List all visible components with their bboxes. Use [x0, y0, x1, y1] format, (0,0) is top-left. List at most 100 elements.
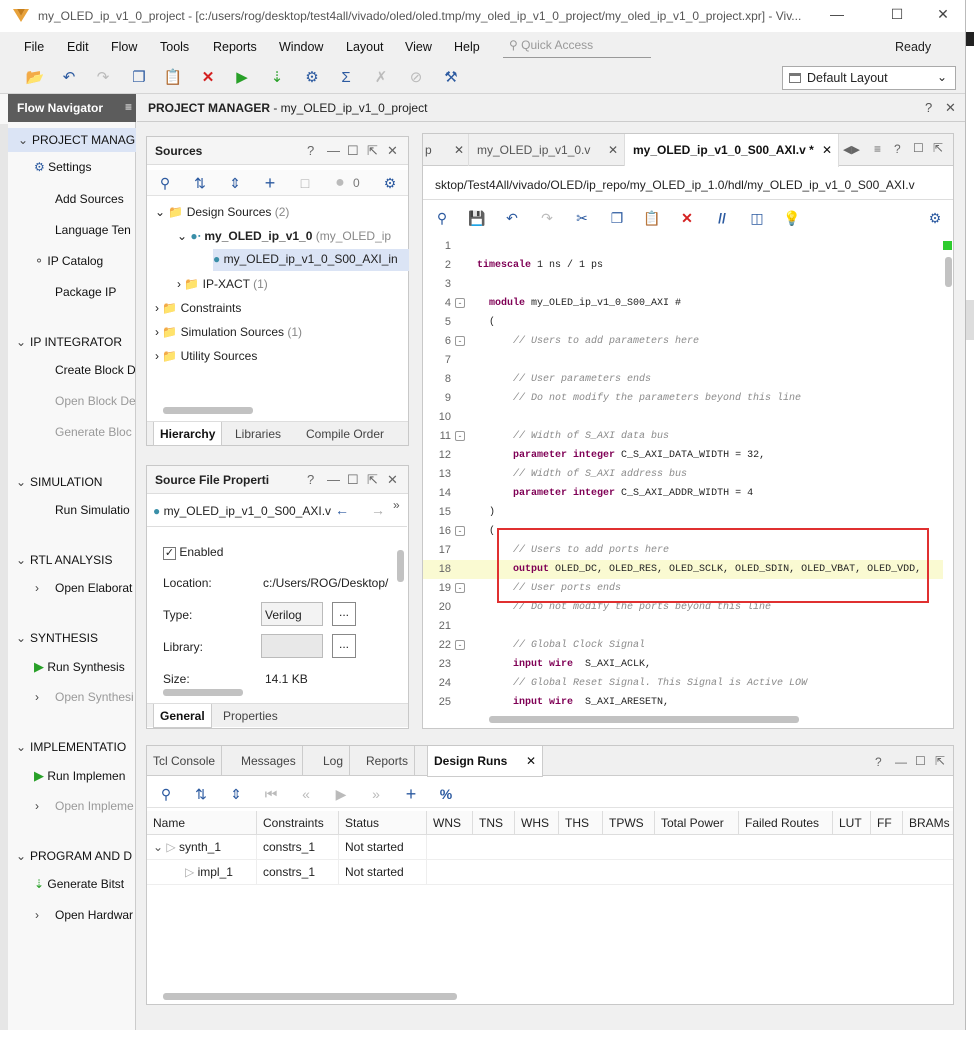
properties-hscroll[interactable]	[147, 687, 397, 697]
code-line[interactable]: 4- module my_OLED_ip_v1_0_S00_AXI #	[423, 294, 943, 313]
fold-toggle-icon[interactable]: -	[455, 431, 465, 441]
open-project-icon[interactable]: 📂	[25, 68, 45, 88]
code-line[interactable]: 25 input wire S_AXI_ARESETN,	[423, 693, 943, 712]
close-icon[interactable]: ✕	[945, 100, 956, 116]
help-icon[interactable]: ?	[894, 142, 901, 156]
delete-icon[interactable]: ✕	[198, 68, 218, 88]
code-line[interactable]: 9 // Do not modify the parameters beyond…	[423, 389, 943, 408]
close-icon[interactable]: ✕	[822, 143, 832, 157]
fn-ip-catalog[interactable]: ⚬ IP Catalog	[34, 254, 103, 268]
col-tns[interactable]: TNS	[473, 811, 515, 835]
paste-icon[interactable]: 📋	[163, 68, 183, 88]
fn-open-block-design[interactable]: Open Block De	[55, 394, 136, 408]
col-whs[interactable]: WHS	[515, 811, 559, 835]
search-icon[interactable]: ⚲	[157, 785, 175, 803]
undo-icon[interactable]: ↶	[59, 68, 79, 88]
code-area[interactable]: 1 2 timescale 1 ns / 1 ps 3 4- module my_OLE…	[423, 237, 943, 713]
fn-generate-bitstream[interactable]: ⇣ Generate Bitst	[34, 877, 124, 891]
tab-libraries[interactable]: Libraries	[229, 422, 287, 446]
maximize-icon[interactable]: ☐	[347, 143, 359, 159]
fn-open-synthesized[interactable]: › Open Synthesi	[35, 690, 134, 704]
debug-icon[interactable]: ⚒	[441, 68, 461, 88]
redo-icon[interactable]: ↷	[93, 68, 113, 88]
tree-simulation-sources[interactable]: › 📁 Simulation Sources (1)	[155, 325, 302, 339]
col-constraints[interactable]: Constraints	[257, 811, 339, 835]
fn-open-elaborated[interactable]: › Open Elaborat	[35, 581, 132, 595]
close-icon[interactable]: ✕	[526, 754, 536, 768]
paste-icon[interactable]: 📋	[643, 209, 661, 227]
scroll-thumb[interactable]	[163, 407, 253, 414]
search-icon[interactable]: ⚲	[156, 174, 174, 192]
scroll-thumb[interactable]	[489, 716, 799, 723]
fn-create-block-design[interactable]: Create Block D	[55, 363, 136, 377]
tab-compile-order[interactable]: Compile Order	[300, 422, 390, 446]
help-icon[interactable]: ?	[875, 755, 882, 769]
code-line[interactable]: 7	[423, 351, 943, 370]
code-line[interactable]: 1	[423, 237, 943, 256]
close-icon[interactable]: ✕	[387, 143, 398, 159]
code-line[interactable]: 13 // Width of S_AXI address bus	[423, 465, 943, 484]
collapse-all-icon[interactable]: ⇅	[192, 785, 210, 803]
minimize-icon[interactable]: —	[327, 472, 340, 487]
quick-access-input[interactable]: ⚲ Quick Access	[503, 35, 651, 58]
float-icon[interactable]: ⇱	[933, 141, 943, 155]
menu-flow[interactable]: Flow	[111, 40, 137, 54]
editor-tab-active[interactable]: my_OLED_ip_v1_0_S00_AXI.v * ✕	[625, 134, 839, 167]
enabled-checkbox-row[interactable]: ✓ Enabled	[163, 545, 223, 560]
fn-settings[interactable]: ⚙ Settings	[34, 160, 91, 174]
help-icon[interactable]: ?	[307, 143, 314, 158]
add-icon[interactable]: +	[402, 785, 420, 803]
editor-vscroll[interactable]	[943, 237, 953, 710]
fn-open-implemented[interactable]: › Open Impleme	[35, 799, 134, 813]
add-icon[interactable]: +	[261, 174, 279, 192]
run-icon[interactable]: ▶	[232, 68, 252, 88]
col-total-power[interactable]: Total Power	[655, 811, 739, 835]
tree-constraints[interactable]: › 📁 Constraints	[155, 301, 241, 315]
maximize-icon[interactable]: ☐	[913, 141, 924, 155]
type-value[interactable]: Verilog	[261, 602, 323, 626]
code-line[interactable]: 15 )	[423, 503, 943, 522]
collapse-all-icon[interactable]: ⇅	[191, 174, 209, 192]
help-icon[interactable]: ?	[307, 472, 314, 487]
section-synthesis[interactable]: ⌄ SYNTHESIS	[16, 631, 98, 645]
help-icon[interactable]: ?	[925, 100, 932, 115]
editor-tab-truncated[interactable]: p ✕	[423, 134, 469, 166]
minimize-button[interactable]: —	[822, 6, 852, 26]
tab-scroll-icon[interactable]: ◀▶	[843, 143, 860, 156]
fold-toggle-icon[interactable]: -	[455, 583, 465, 593]
scroll-thumb[interactable]	[163, 993, 457, 1000]
scroll-thumb[interactable]	[397, 550, 404, 582]
section-ip-integrator[interactable]: ⌄ IP INTEGRATOR	[16, 335, 122, 349]
code-line[interactable]: 5 (	[423, 313, 943, 332]
search-icon[interactable]: ⚲	[433, 209, 451, 227]
close-window-button[interactable]: ✕	[928, 6, 958, 26]
fold-toggle-icon[interactable]: -	[455, 336, 465, 346]
fold-toggle-icon[interactable]: -	[455, 298, 465, 308]
copy-icon[interactable]: ❐	[608, 209, 626, 227]
col-wns[interactable]: WNS	[427, 811, 473, 835]
maximize-icon[interactable]: ☐	[915, 754, 926, 768]
library-browse-button[interactable]: ...	[332, 634, 356, 658]
code-line[interactable]: 10	[423, 408, 943, 427]
table-row[interactable]: ▷ impl_1 constrs_1 Not started	[147, 860, 953, 885]
play-icon[interactable]: ▶	[332, 785, 350, 803]
section-simulation[interactable]: ⌄ SIMULATION	[16, 475, 102, 489]
scroll-thumb[interactable]	[945, 257, 952, 287]
tab-tcl-console[interactable]: Tcl Console	[147, 746, 223, 776]
menu-reports[interactable]: Reports	[213, 40, 257, 54]
menu-window[interactable]: Window	[279, 40, 323, 54]
minimize-icon[interactable]: —	[327, 143, 340, 158]
menu-layout[interactable]: Layout	[346, 40, 384, 54]
code-line[interactable]: 11- // Width of S_AXI data bus	[423, 427, 943, 446]
columns-icon[interactable]: ◫	[748, 209, 766, 227]
undo-icon[interactable]: ↶	[503, 209, 521, 227]
tree-utility-sources[interactable]: › 📁 Utility Sources	[155, 349, 257, 363]
tab-hierarchy[interactable]: Hierarchy	[153, 422, 223, 446]
editor-tab-top[interactable]: my_OLED_ip_v1_0.v ✕	[469, 134, 625, 166]
editor-hscroll[interactable]	[473, 714, 943, 724]
section-program-debug[interactable]: ⌄ PROGRAM AND D	[16, 849, 132, 863]
next-icon[interactable]: »	[367, 785, 385, 803]
col-name[interactable]: Name	[147, 811, 257, 835]
float-icon[interactable]: ⇱	[367, 472, 378, 488]
runs-hscroll[interactable]	[147, 991, 953, 1001]
